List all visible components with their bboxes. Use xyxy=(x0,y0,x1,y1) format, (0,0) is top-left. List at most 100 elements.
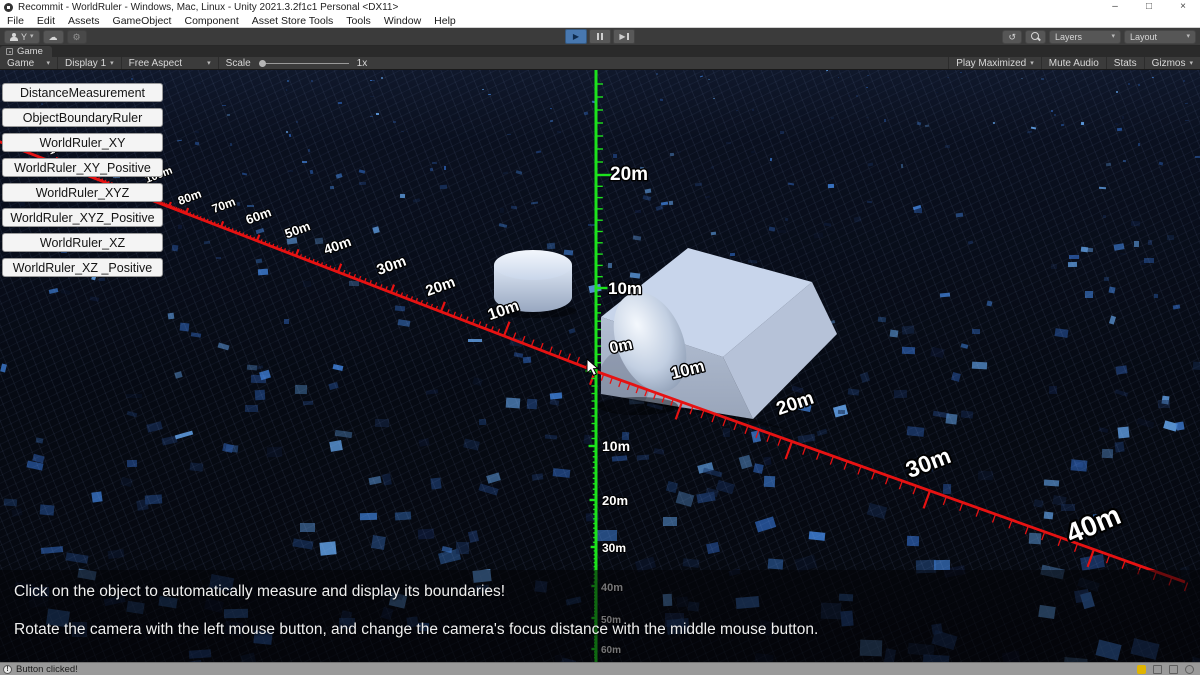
chevron-down-icon: ▾ xyxy=(1030,59,1034,67)
game-view-toolbar: Game ▾ Display 1 ▾ Free Aspect ▾ Scale 1… xyxy=(0,57,1200,70)
progress-status-icon[interactable] xyxy=(1185,665,1194,674)
play-maximized-dropdown[interactable]: Play Maximized ▾ xyxy=(948,57,1041,69)
layers-dropdown[interactable]: Layers ▾ xyxy=(1049,30,1121,44)
pause-button[interactable] xyxy=(589,29,611,44)
search-button[interactable] xyxy=(1025,30,1046,44)
button-worldruler-xz-positive[interactable]: WorldRuler_XZ _Positive xyxy=(2,258,163,277)
play-button[interactable]: ▶ xyxy=(565,29,587,44)
cloud-button[interactable]: ☁ xyxy=(43,30,64,44)
instruction-line-1: Click on the object to automatically mea… xyxy=(14,583,505,601)
x-ruler-tick xyxy=(1058,537,1061,545)
x-ruler-label: 20m xyxy=(774,388,817,420)
x-ruler-tick xyxy=(568,354,571,361)
step-icon: ▶ xyxy=(619,32,628,41)
x-ruler-tick xyxy=(174,207,175,209)
mute-audio-toggle[interactable]: Mute Audio xyxy=(1041,57,1106,69)
x-ruler-tick xyxy=(184,210,185,212)
x-ruler-tick xyxy=(830,456,833,464)
x-ruler-tick xyxy=(504,322,510,336)
button-worldruler-xyz-positive[interactable]: WorldRuler_XYZ_Positive xyxy=(2,208,163,227)
x-ruler-tick xyxy=(976,508,979,516)
stats-toggle[interactable]: Stats xyxy=(1106,57,1144,69)
menu-edit[interactable]: Edit xyxy=(37,14,55,28)
menu-asset-store-tools[interactable]: Asset Store Tools xyxy=(252,14,334,28)
menu-assets[interactable]: Assets xyxy=(68,14,100,28)
menu-help[interactable]: Help xyxy=(434,14,456,28)
x-ruler-label: 20m xyxy=(423,274,457,300)
layout-dropdown[interactable]: Layout ▾ xyxy=(1124,30,1196,44)
display-label: Display 1 xyxy=(65,58,106,69)
game-viewport[interactable]: 130m100m80m70m60m50m40m30m20m10m0m10m20m… xyxy=(0,70,1200,662)
mute-audio-label: Mute Audio xyxy=(1049,58,1099,69)
scale-slider-knob[interactable] xyxy=(259,60,266,67)
x-ruler-tick xyxy=(257,235,259,241)
minimize-button[interactable]: – xyxy=(1098,0,1132,14)
x-ruler-tick xyxy=(221,221,223,227)
y-ruler-label: 10m xyxy=(608,279,642,298)
menu-gameobject[interactable]: GameObject xyxy=(113,14,172,28)
play-maximized-label: Play Maximized xyxy=(956,58,1026,69)
x-ruler-tick xyxy=(166,203,167,205)
button-worldruler-xy[interactable]: WorldRuler_XY xyxy=(2,133,163,152)
menu-tools[interactable]: Tools xyxy=(346,14,371,28)
layers-status-icon[interactable] xyxy=(1153,665,1162,674)
button-object-boundary-ruler[interactable]: ObjectBoundaryRuler xyxy=(2,108,163,127)
scene-button-panel: DistanceMeasurement ObjectBoundaryRuler … xyxy=(2,83,163,277)
x-ruler-tick xyxy=(993,514,996,522)
search-icon xyxy=(1031,32,1040,41)
x-ruler-label: 10m xyxy=(486,297,522,324)
aspect-dropdown[interactable]: Free Aspect ▾ xyxy=(122,57,219,69)
chevron-down-icon: ▾ xyxy=(30,31,34,43)
y-ruler-label: 20m xyxy=(602,493,628,508)
bake-activity-icon[interactable] xyxy=(1137,665,1146,674)
menu-window[interactable]: Window xyxy=(384,14,421,28)
x-ruler-label: 70m xyxy=(210,195,237,216)
x-ruler-tick xyxy=(886,476,889,484)
x-ruler-tick xyxy=(183,210,184,212)
gizmos-label: Gizmos xyxy=(1152,58,1186,69)
info-icon: ! xyxy=(3,665,12,674)
menu-component[interactable]: Component xyxy=(184,14,238,28)
x-ruler-tick xyxy=(756,430,759,438)
chevron-down-icon: ▾ xyxy=(1111,31,1115,43)
restore-button[interactable]: □ xyxy=(1132,0,1166,14)
x-ruler-label: 30m xyxy=(902,442,954,483)
x-ruler-tick xyxy=(960,502,963,510)
tab-game-label: Game xyxy=(17,46,43,57)
gizmos-dropdown[interactable]: Gizmos ▾ xyxy=(1144,57,1200,69)
x-ruler-tick xyxy=(1107,555,1110,563)
x-ruler-tick xyxy=(899,481,902,489)
instruction-line-2: Rotate the camera with the left mouse bu… xyxy=(14,621,818,639)
chevron-down-icon: ▾ xyxy=(110,59,114,67)
x-ruler-tick xyxy=(522,336,525,343)
button-distance-measurement[interactable]: DistanceMeasurement xyxy=(2,83,163,102)
x-ruler-tick xyxy=(176,207,177,209)
step-button[interactable]: ▶ xyxy=(613,29,635,44)
status-bar-icons xyxy=(1137,665,1194,674)
unity-logo-icon xyxy=(4,3,13,12)
button-worldruler-xy-positive[interactable]: WorldRuler_XY_Positive xyxy=(2,158,163,177)
menu-file[interactable]: File xyxy=(7,14,24,28)
display-dropdown[interactable]: Display 1 ▾ xyxy=(58,57,122,69)
x-ruler-tick xyxy=(550,347,553,354)
status-bar[interactable]: ! Button clicked! xyxy=(0,662,1200,675)
display-mode-dropdown[interactable]: Game ▾ xyxy=(0,57,58,69)
console-status-icon[interactable] xyxy=(1169,665,1178,674)
x-ruler-tick xyxy=(391,285,394,293)
button-worldruler-xyz[interactable]: WorldRuler_XYZ xyxy=(2,183,163,202)
button-worldruler-xz[interactable]: WorldRuler_XZ xyxy=(2,233,163,252)
sphere-floor-shadow xyxy=(598,397,678,415)
x-ruler-tick xyxy=(872,471,875,479)
x-ruler-label: 60m xyxy=(244,204,274,227)
x-ruler-tick xyxy=(778,437,781,445)
account-dropdown[interactable]: Y ▾ xyxy=(4,30,40,44)
services-button[interactable]: ⚙ xyxy=(67,30,87,44)
undo-history-button[interactable]: ↺ xyxy=(1002,30,1022,44)
scale-slider[interactable] xyxy=(259,63,349,64)
x-ruler-label: 50m xyxy=(283,218,313,241)
stats-label: Stats xyxy=(1114,58,1137,69)
close-button[interactable]: × xyxy=(1166,0,1200,14)
play-icon: ▶ xyxy=(573,32,579,41)
tab-game[interactable]: Game xyxy=(0,46,52,57)
cylinder-top xyxy=(494,250,572,280)
